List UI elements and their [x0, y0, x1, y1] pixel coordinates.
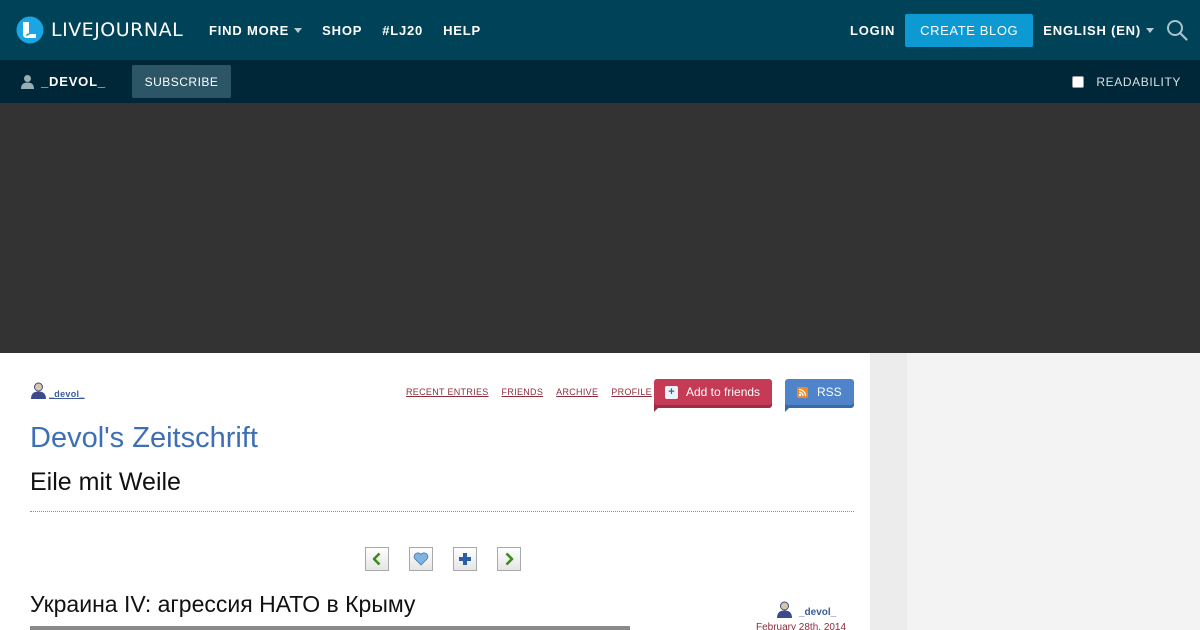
nav-find-more[interactable]: FIND MORE: [209, 22, 303, 38]
track-entry-button[interactable]: [453, 547, 477, 571]
top-navigation-bar: LIVEJOURNAL FIND MORE SHOP #LJ20 HELP LO…: [0, 0, 1200, 60]
readability-toggle[interactable]: READABILITY: [1072, 60, 1181, 103]
entry-image: [30, 626, 630, 630]
nav-lj20[interactable]: #LJ20: [382, 23, 423, 38]
prev-arrow-icon: [372, 552, 381, 566]
livejournal-logo[interactable]: LIVEJOURNAL: [16, 15, 183, 45]
readability-label: READABILITY: [1096, 74, 1181, 89]
create-blog-button[interactable]: CREATE BLOG: [905, 13, 1034, 47]
rss-button[interactable]: RSS: [785, 379, 854, 405]
chevron-down-icon: [1146, 27, 1154, 33]
sidebar: [870, 353, 1200, 630]
entry-author-link[interactable]: _devol_: [776, 601, 836, 618]
user-icon: [777, 601, 792, 618]
readability-checkbox[interactable]: [1072, 75, 1085, 88]
user-icon: [21, 75, 34, 89]
chevron-down-icon: [294, 27, 303, 33]
main-nav: FIND MORE SHOP #LJ20 HELP: [209, 0, 501, 60]
ad-banner-area: [0, 103, 1200, 353]
nav-find-more-label: FIND MORE: [209, 22, 290, 38]
add-to-memories-button[interactable]: [409, 547, 433, 571]
journal-owner-name: _devol_: [49, 389, 85, 399]
nav-shop[interactable]: SHOP: [322, 23, 362, 38]
nav-help[interactable]: HELP: [443, 23, 481, 38]
logo-text: LIVEJOURNAL: [51, 19, 184, 41]
add-to-friends-ribbon: [654, 405, 661, 412]
nav-shop-label: SHOP: [322, 22, 363, 38]
rss-ribbon: [785, 405, 792, 412]
subscribe-button[interactable]: SUBSCRIBE: [132, 65, 231, 98]
entry-date: February 28th, 2014: [756, 622, 847, 630]
friends-link[interactable]: FRIENDS: [502, 387, 544, 397]
language-selector[interactable]: ENGLISH (EN): [1043, 23, 1154, 38]
entry-title: Украина IV: агрессия НАТО в Крыму: [30, 591, 416, 617]
journal-content: _devol_ RECENT ENTRIES FRIENDS ARCHIVE P…: [0, 353, 870, 630]
rss-icon: [797, 386, 808, 398]
archive-link[interactable]: ARCHIVE: [556, 387, 598, 397]
divider: [30, 511, 854, 512]
entry-author-name: _devol_: [799, 607, 837, 618]
next-arrow-icon: [505, 552, 514, 566]
rss-label: RSS: [817, 385, 842, 399]
journal-user-link[interactable]: _DEVOL_: [20, 60, 106, 103]
journal-links: RECENT ENTRIES FRIENDS ARCHIVE PROFILE: [406, 387, 665, 397]
profile-link[interactable]: PROFILE: [611, 387, 652, 397]
plus-icon: [459, 553, 471, 565]
journal-owner-link[interactable]: _devol_: [30, 382, 85, 399]
entry-navigation: [365, 547, 541, 571]
journal-toolbar: _DEVOL_ SUBSCRIBE READABILITY: [0, 60, 1200, 103]
heart-icon: [413, 552, 429, 566]
journal-username: _DEVOL_: [41, 74, 106, 89]
plus-icon: +: [665, 385, 678, 399]
sidebar-panel: [907, 353, 1200, 630]
next-entry-button[interactable]: [497, 547, 521, 571]
livejournal-logo-icon: [16, 16, 44, 44]
language-label: ENGLISH (EN): [1043, 22, 1141, 38]
journal-subtitle: Eile mit Weile: [30, 468, 181, 496]
journal-title[interactable]: Devol's Zeitschrift: [30, 422, 258, 455]
add-to-friends-button[interactable]: + Add to friends: [654, 379, 772, 405]
previous-entry-button[interactable]: [365, 547, 389, 571]
add-to-friends-label: Add to friends: [686, 385, 761, 399]
search-icon[interactable]: [1166, 19, 1188, 41]
nav-lj20-label: #LJ20: [382, 22, 424, 38]
user-icon: [31, 382, 46, 399]
header-actions: LOGIN CREATE BLOG ENGLISH (EN): [850, 0, 1188, 60]
recent-entries-link[interactable]: RECENT ENTRIES: [406, 387, 489, 397]
nav-help-label: HELP: [443, 22, 481, 38]
login-link[interactable]: LOGIN: [850, 23, 895, 38]
